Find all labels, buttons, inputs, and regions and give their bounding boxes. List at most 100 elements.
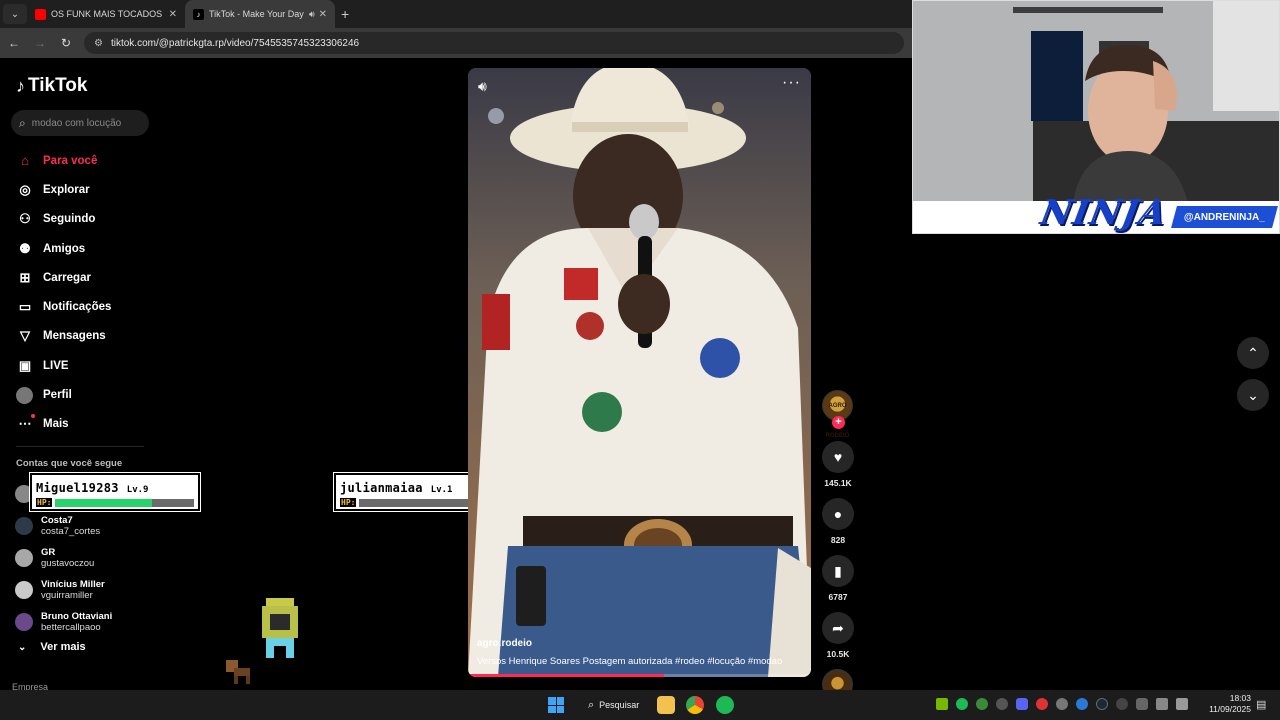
list-item[interactable]: Bruno Ottaviani bettercallpaoo (15, 606, 112, 638)
sidebar-item-perfil[interactable]: Perfil (16, 380, 111, 409)
nvidia-icon[interactable] (936, 698, 948, 710)
spotify-tray-icon[interactable] (956, 698, 968, 710)
tab-title: TikTok - Make Your Day (209, 9, 304, 19)
streamer-webcam: NINJA @ANDRENINJA_ (912, 0, 1280, 234)
like-count: 145.1K (824, 478, 852, 488)
url-text: tiktok.com/@patrickgta.rp/video/75455357… (110, 37, 360, 49)
video-author[interactable]: agro.rodeio (477, 638, 532, 649)
tab-title: OS FUNK MAIS TOCADOS DE 2 (51, 9, 165, 19)
sidebar-item-amigos[interactable]: ⚉ Amigos (16, 234, 111, 263)
sidebar-item-para-voce[interactable]: ⌂ Para você (16, 146, 111, 175)
more-options-icon[interactable]: ··· (782, 74, 801, 92)
discord-icon[interactable] (1016, 698, 1028, 710)
account-name: Costa7 (41, 515, 73, 526)
account-handle: gustavoczou (41, 558, 95, 569)
sidebar-menu: ⌂ Para você ◎ Explorar ⚇ Seguindo ⚉ Amigos ⊞… (16, 146, 111, 439)
sidebar-item-notificacoes[interactable]: ▭ Notificações (16, 292, 112, 321)
sidebar-item-mensagens[interactable]: ▽ Mensagens (16, 322, 111, 351)
close-tab-icon[interactable]: ✕ (319, 9, 327, 20)
video-caption[interactable]: Versos Henrique Soares Postagem autoriza… (477, 656, 782, 667)
action-rail: AGRO RODEIO + ♥ 145.1K ● 828 ▮ 6787 ➦ 10… (822, 390, 854, 700)
forward-icon[interactable]: → (28, 36, 52, 50)
home-icon: ⌂ (21, 153, 29, 169)
see-more-label: Ver mais (40, 641, 86, 653)
avatar (15, 613, 33, 631)
tab-search-icon[interactable]: ⌄ (3, 4, 27, 24)
site-info-icon[interactable]: ⚙ (94, 38, 103, 49)
tiktok-logo[interactable]: ♪ TikTok (16, 75, 87, 97)
network-icon[interactable] (1156, 698, 1168, 710)
taskbar-search[interactable]: ⌕ Pesquisar (580, 695, 647, 715)
chevron-up-icon[interactable] (1116, 698, 1128, 710)
search-icon[interactable]: ⌕ (19, 116, 26, 131)
sidebar-item-label: Mensagens (43, 330, 106, 343)
sidebar-item-explorar[interactable]: ◎ Explorar (16, 175, 111, 204)
sidebar-item-live[interactable]: ▣ LIVE (16, 351, 111, 380)
xbox-icon[interactable] (976, 698, 988, 710)
avatar (15, 549, 33, 567)
account-name: Vinícius Miller (41, 579, 105, 590)
creator-avatar[interactable]: AGRO RODEIO + (822, 390, 853, 439)
compass-icon: ◎ (19, 181, 31, 197)
next-video-button[interactable]: ⌄ (1237, 379, 1269, 411)
following-title: Contas que você segue (16, 458, 123, 469)
sidebar-divider (16, 446, 144, 447)
search-icon: ⌕ (588, 698, 595, 711)
file-explorer-icon[interactable] (657, 696, 675, 714)
volume-icon[interactable] (1176, 698, 1188, 710)
more-icon: ⋯ (16, 414, 35, 432)
steam-icon[interactable] (1096, 698, 1108, 710)
account-name: Bruno Ottaviani (41, 611, 113, 622)
video-progress-bar[interactable] (468, 674, 811, 677)
search-bar[interactable]: ⌕ (11, 110, 149, 136)
tab-tiktok[interactable]: ♪ TikTok - Make Your Day 🔊︎ ✕ (185, 0, 335, 28)
search-input[interactable] (31, 117, 132, 129)
share-button[interactable]: ➦ (822, 612, 854, 644)
tab-audio-icon[interactable]: 🔊︎ (309, 9, 315, 20)
save-button[interactable]: ▮ (822, 555, 854, 587)
volume-icon[interactable]: 🔊︎ (478, 78, 487, 95)
list-item[interactable]: Costa7 costa7_cortes (15, 510, 112, 542)
list-item[interactable]: GR gustavoczou (15, 542, 112, 574)
list-item[interactable]: Vinícius Miller vguirramiller (15, 574, 112, 606)
app-tray-icon[interactable] (1056, 698, 1068, 710)
youtube-favicon-icon (35, 8, 46, 20)
chrome-icon[interactable] (686, 696, 704, 714)
notification-icon[interactable]: ▤ (1256, 698, 1266, 711)
tiktok-logo-icon: ♪ (16, 75, 25, 96)
account-name: GR (41, 547, 56, 558)
video-player[interactable]: 🔊︎ ··· agro.rodeio Versos Henrique Soare… (468, 68, 811, 677)
microphone-icon[interactable] (1136, 698, 1148, 710)
avatar (15, 581, 33, 599)
windows-start-icon[interactable] (548, 697, 564, 713)
reload-icon[interactable]: ↻ (54, 36, 78, 50)
sidebar-item-seguindo[interactable]: ⚇ Seguindo (16, 205, 111, 234)
see-more-link[interactable]: ⌄ Ver mais (18, 641, 86, 653)
chevron-down-icon: ⌄ (18, 641, 27, 653)
url-field[interactable]: ⚙ tiktok.com/@patrickgta.rp/video/754553… (84, 32, 904, 54)
record-icon[interactable] (1036, 698, 1048, 710)
viewer-username: julianmaiaa (340, 481, 423, 495)
sidebar-item-label: Explorar (43, 183, 90, 196)
sidebar-item-label: Seguindo (43, 213, 96, 226)
spotify-icon[interactable] (716, 696, 734, 714)
follow-plus-icon[interactable]: + (832, 416, 845, 429)
sidebar-footer-text: Empresa (12, 682, 49, 690)
profile-avatar (16, 386, 33, 404)
sidebar-item-carregar[interactable]: ⊞ Carregar (16, 263, 111, 292)
app-tray-icon[interactable] (1076, 698, 1088, 710)
account-handle: costa7_cortes (41, 526, 101, 537)
hp-bar: HP: (36, 498, 194, 507)
close-tab-icon[interactable]: ✕ (169, 9, 177, 20)
sidebar-item-label: Para você (43, 154, 98, 167)
comment-button[interactable]: ● (822, 498, 854, 530)
tab-youtube[interactable]: OS FUNK MAIS TOCADOS DE 2 ✕ (27, 0, 185, 28)
new-tab-icon[interactable]: + (341, 6, 349, 22)
taskbar-clock[interactable]: 18:03 11/09/2025 (1205, 693, 1251, 715)
previous-video-button[interactable]: ⌃ (1237, 337, 1269, 369)
sidebar-item-mais[interactable]: ⋯ Mais (16, 410, 111, 439)
comment-count: 828 (830, 535, 846, 545)
send-icon: ▽ (20, 328, 30, 344)
steam-tray-icon[interactable] (996, 698, 1008, 710)
back-icon[interactable]: ← (2, 36, 26, 50)
